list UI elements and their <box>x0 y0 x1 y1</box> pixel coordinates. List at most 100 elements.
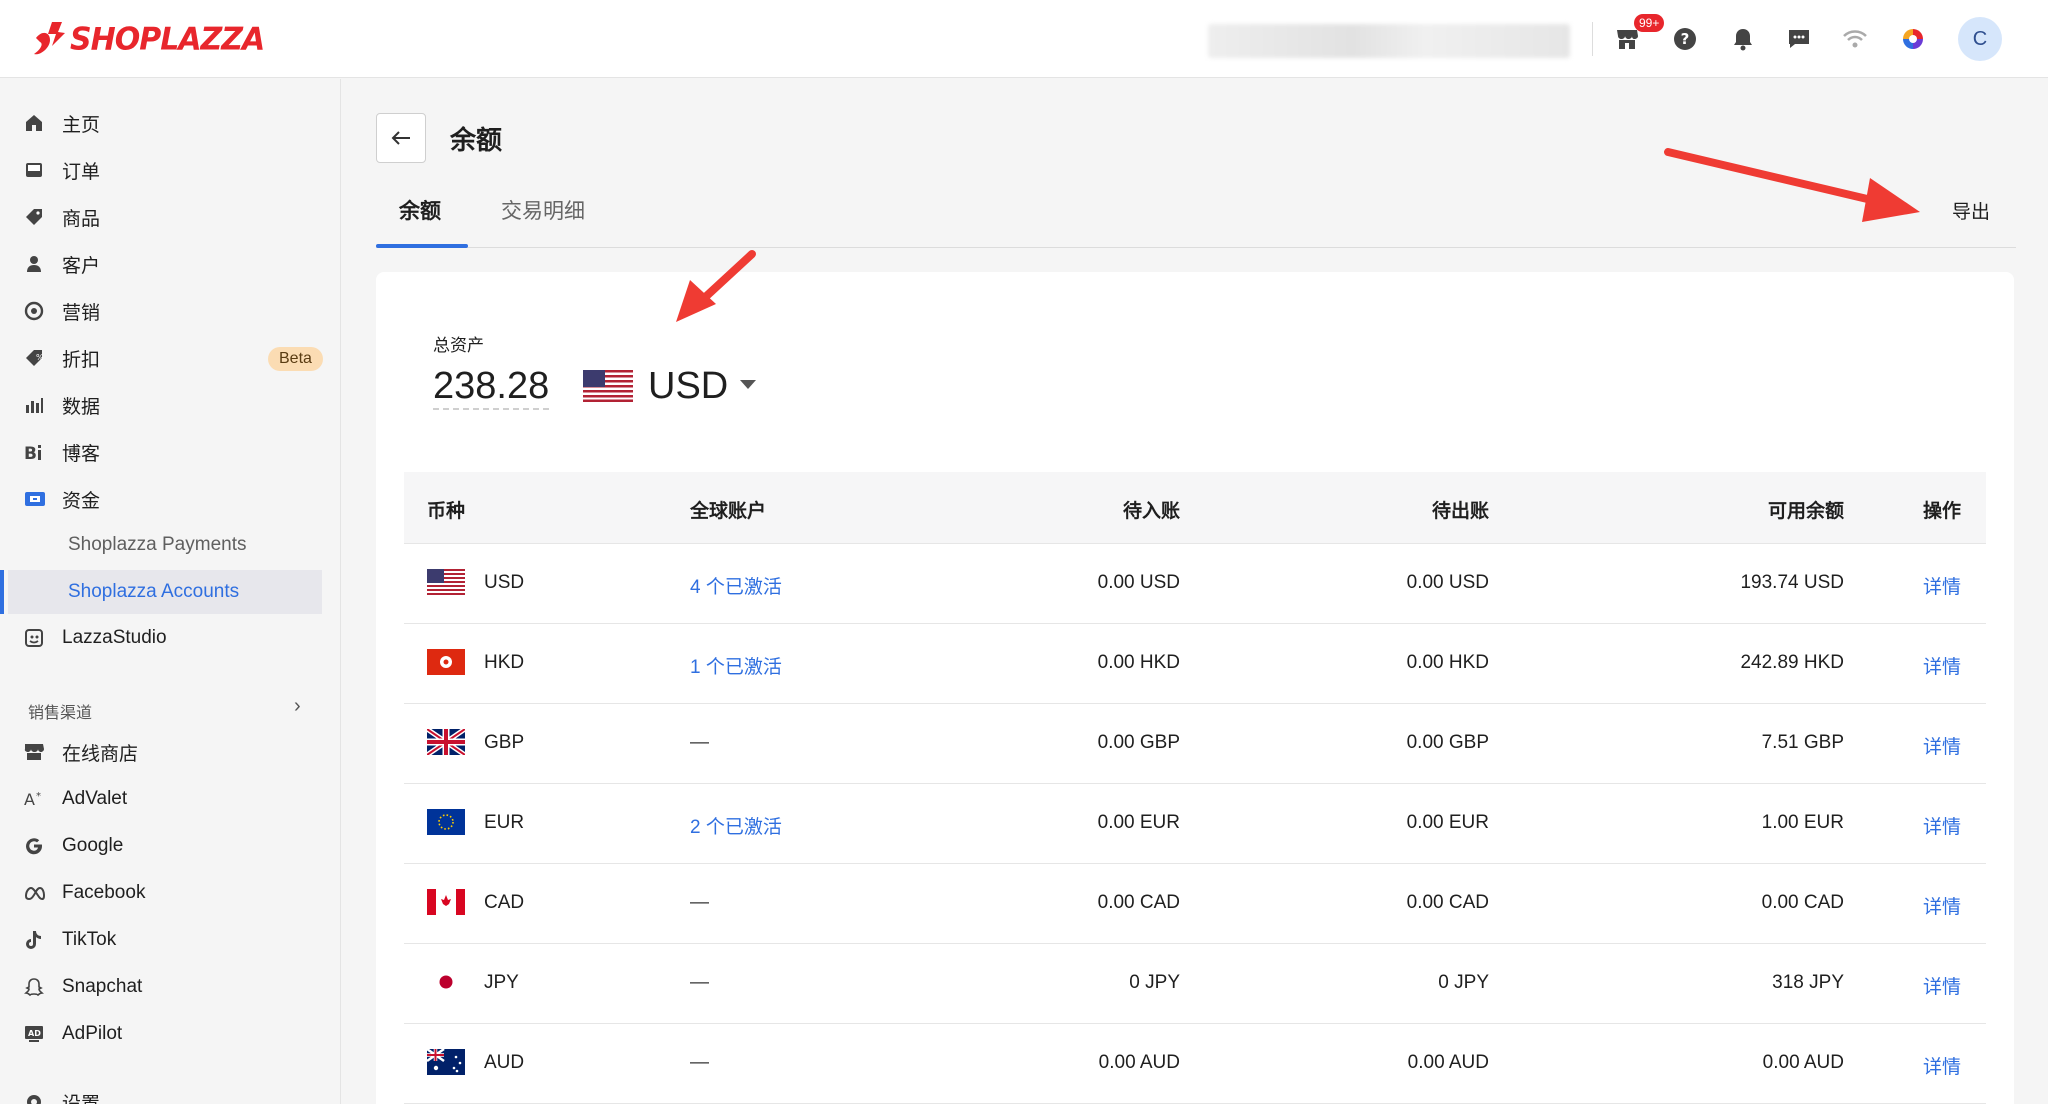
adpilot-icon: AD <box>20 1022 54 1046</box>
sidebar-item-label: 营销 <box>62 302 101 324</box>
sidebar-item-label: 主页 <box>62 114 101 136</box>
global-account-status[interactable]: 2 个已激活 <box>690 812 782 839</box>
sidebar-item-label: AdValet <box>62 788 128 809</box>
currency-code: EUR <box>484 812 525 833</box>
sidebar-channel-adpilot[interactable]: AD AdPilot <box>20 1014 322 1054</box>
sidebar-item-lazzastudio[interactable]: LazzaStudio <box>20 618 322 658</box>
col-pending-out: 待出账 <box>1431 501 1489 522</box>
shoplazza-logo-icon <box>34 22 65 55</box>
sidebar-channel-google[interactable]: Google <box>20 826 322 866</box>
tabs-divider <box>376 247 2016 248</box>
back-button[interactable] <box>376 113 426 163</box>
sidebar-subitem-shoplazza-accounts[interactable]: Shoplazza Accounts <box>8 570 322 614</box>
meta-icon <box>20 881 54 905</box>
tab-transactions[interactable]: 交易明细 <box>501 195 585 225</box>
tab-balance[interactable]: 余额 <box>399 195 441 225</box>
svg-text:*: * <box>36 791 41 802</box>
pending-out-amount: 0.00 EUR <box>1406 812 1489 833</box>
sidebar-item-finance[interactable]: 资金 <box>20 479 322 519</box>
global-account-status[interactable]: 1 个已激活 <box>690 652 782 679</box>
global-account-status[interactable]: 4 个已激活 <box>690 572 782 599</box>
available-balance: 1.00 EUR <box>1761 812 1844 833</box>
pending-in-amount: 0.00 HKD <box>1097 652 1180 673</box>
caret-down-icon[interactable] <box>740 380 756 389</box>
details-link[interactable]: 详情 <box>1923 812 1961 839</box>
export-button[interactable]: 导出 <box>1952 197 1990 224</box>
svg-text:?: ? <box>1681 30 1690 48</box>
notification-badge: 99+ <box>1634 14 1665 32</box>
sales-channels-header: 销售渠道 <box>28 705 93 722</box>
available-balance: 193.74 USD <box>1740 572 1844 593</box>
beta-badge: Beta <box>268 347 323 371</box>
sidebar-item-products[interactable]: 商品 <box>20 197 322 237</box>
table-row: USD 4 个已激活 0.00 USD 0.00 USD 193.74 USD 详情 <box>404 544 1986 624</box>
sidebar-item-label: 客户 <box>62 255 101 277</box>
gear-icon <box>20 1090 54 1104</box>
details-link[interactable]: 详情 <box>1923 972 1961 999</box>
us-flag-icon <box>427 569 465 595</box>
sidebar-item-label: Snapchat <box>62 976 143 997</box>
brand-name: SHOPLAZZA <box>70 20 265 58</box>
discount-icon: % <box>20 346 54 370</box>
sidebar-channel-tiktok[interactable]: TikTok <box>20 920 322 960</box>
available-balance: 0.00 AUD <box>1762 1052 1844 1073</box>
person-icon <box>20 252 54 276</box>
pending-in-amount: 0.00 GBP <box>1097 732 1180 753</box>
available-balance: 318 JPY <box>1772 972 1844 993</box>
pending-out-amount: 0.00 GBP <box>1406 732 1489 753</box>
chat-icon[interactable] <box>1784 24 1814 54</box>
sidebar-item-discounts[interactable]: % 折扣 Beta <box>20 338 323 378</box>
svg-text:B: B <box>24 444 37 462</box>
sidebar-channel-snapchat[interactable]: Snapchat <box>20 967 322 1007</box>
sidebar-item-settings[interactable]: 设置 <box>20 1082 322 1104</box>
col-currency: 币种 <box>427 501 466 522</box>
currency-code: AUD <box>484 1052 525 1073</box>
sidebar-item-home[interactable]: 主页 <box>20 103 322 143</box>
target-icon <box>20 299 54 323</box>
us-flag-icon <box>583 370 633 402</box>
pending-out-amount: 0 JPY <box>1438 972 1489 993</box>
advalet-icon: A * <box>20 787 54 811</box>
currency-code: JPY <box>484 972 519 993</box>
shoplazza-logo[interactable]: SHOPLAZZA <box>32 20 265 58</box>
chevron-right-icon[interactable]: › <box>294 695 301 718</box>
sidebar-item-marketing[interactable]: 营销 <box>20 291 322 331</box>
sidebar-item-label: 商品 <box>62 208 101 230</box>
pending-in-amount: 0.00 USD <box>1097 572 1180 593</box>
sidebar-item-label: 订单 <box>62 161 101 183</box>
inbox-icon <box>20 158 54 182</box>
sidebar-channel-online-store[interactable]: 在线商店 <box>20 732 322 772</box>
avatar[interactable]: C <box>1958 17 2002 61</box>
bell-icon[interactable] <box>1728 24 1758 54</box>
sidebar-channel-advalet[interactable]: A * AdValet <box>20 779 322 819</box>
active-indicator <box>0 570 4 614</box>
color-wheel-icon[interactable] <box>1898 24 1928 54</box>
google-icon <box>20 834 54 858</box>
currency-code: GBP <box>484 732 525 753</box>
global-account-status: — <box>690 732 709 753</box>
wifi-icon[interactable] <box>1840 24 1870 54</box>
details-link[interactable]: 详情 <box>1923 572 1961 599</box>
pending-in-amount: 0.00 EUR <box>1097 812 1180 833</box>
sidebar-item-customers[interactable]: 客户 <box>20 244 322 284</box>
pending-out-amount: 0.00 USD <box>1406 572 1489 593</box>
au-flag-icon <box>427 1049 465 1075</box>
pending-in-amount: 0 JPY <box>1129 972 1180 993</box>
bar-chart-icon <box>20 393 54 417</box>
details-link[interactable]: 详情 <box>1923 1052 1961 1079</box>
currency-selector[interactable]: USD <box>648 364 728 408</box>
sidebar-item-blog[interactable]: B 博客 <box>20 432 322 472</box>
details-link[interactable]: 详情 <box>1923 732 1961 759</box>
sidebar-item-orders[interactable]: 订单 <box>20 150 322 190</box>
arrow-left-icon <box>391 131 410 145</box>
sidebar-item-label: Facebook <box>62 882 146 903</box>
global-account-status: — <box>690 1052 709 1073</box>
sidebar-item-label: Google <box>62 835 124 856</box>
top-divider <box>1592 22 1593 56</box>
sidebar-subitem-shoplazza-payments[interactable]: Shoplazza Payments <box>8 523 322 567</box>
help-icon[interactable]: ? <box>1670 24 1700 54</box>
sidebar-channel-facebook[interactable]: Facebook <box>20 873 322 913</box>
sidebar-item-analytics[interactable]: 数据 <box>20 385 322 425</box>
details-link[interactable]: 详情 <box>1923 652 1961 679</box>
details-link[interactable]: 详情 <box>1923 892 1961 919</box>
